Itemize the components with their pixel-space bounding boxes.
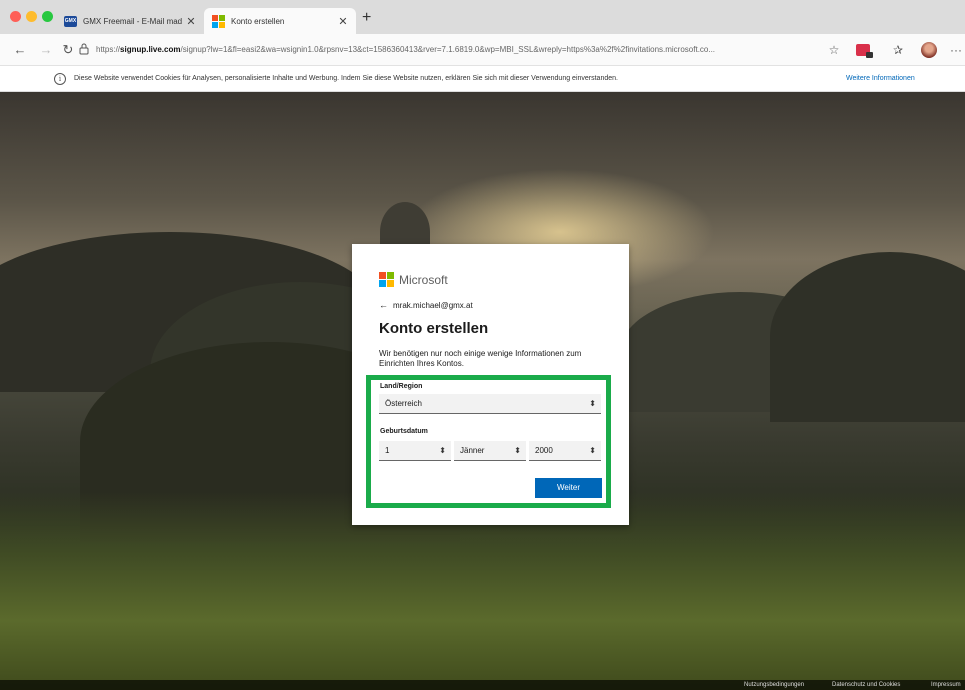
avatar[interactable] bbox=[921, 42, 937, 58]
minimize-window-button[interactable] bbox=[26, 11, 37, 22]
page-title: Konto erstellen bbox=[379, 320, 489, 337]
url-prefix: https:// bbox=[96, 45, 121, 54]
close-tab-icon[interactable]: ✕ bbox=[334, 15, 352, 28]
extension-icon[interactable] bbox=[856, 44, 873, 58]
maximize-window-button[interactable] bbox=[42, 11, 53, 22]
tab-title: GMX Freemail - E-Mail made in G bbox=[83, 16, 182, 26]
microsoft-icon bbox=[212, 14, 225, 28]
highlight-box bbox=[366, 375, 611, 508]
page-footer: Nutzungsbedingungen Datenschutz und Cook… bbox=[0, 680, 965, 690]
new-tab-button[interactable]: + bbox=[362, 10, 371, 26]
favorites-icon[interactable]: ✰ bbox=[889, 41, 907, 59]
more-info-link[interactable]: Weitere Informationen bbox=[846, 75, 915, 82]
tab-konto-erstellen[interactable]: Konto erstellen ✕ bbox=[204, 8, 356, 34]
terms-link[interactable]: Nutzungsbedingungen bbox=[744, 682, 804, 688]
brand-name: Microsoft bbox=[399, 272, 448, 287]
url-path: /signup?lw=1&fl=easi2&wa=wsignin1.0&rpsn… bbox=[180, 45, 716, 54]
arrow-left-icon: ← bbox=[379, 300, 388, 310]
address-toolbar: ← → ↻ https://signup.live.com/signup?lw=… bbox=[0, 34, 965, 66]
url-host: signup.live.com bbox=[120, 45, 181, 54]
close-window-button[interactable] bbox=[10, 11, 21, 22]
address-bar[interactable]: https://signup.live.com/signup?lw=1&fl=e… bbox=[96, 41, 816, 59]
lock-icon[interactable] bbox=[79, 43, 89, 55]
info-icon: i bbox=[54, 73, 66, 85]
cookie-text: Diese Website verwendet Cookies für Anal… bbox=[74, 75, 618, 82]
gmx-icon: GMX bbox=[64, 15, 77, 27]
more-icon[interactable]: ··· bbox=[947, 41, 965, 59]
tab-title: Konto erstellen bbox=[231, 16, 285, 26]
forward-icon[interactable]: → bbox=[36, 40, 56, 60]
back-icon[interactable]: ← bbox=[10, 40, 30, 60]
reload-icon[interactable]: ↻ bbox=[58, 40, 78, 60]
cookie-banner: i Diese Website verwendet Cookies für An… bbox=[0, 66, 965, 92]
account-email: mrak.michael@gmx.at bbox=[393, 300, 473, 310]
card-description: Wir benötigen nur noch einige wenige Inf… bbox=[379, 349, 582, 368]
close-tab-icon[interactable]: ✕ bbox=[182, 15, 200, 28]
imprint-link[interactable]: Impressum bbox=[931, 682, 961, 688]
tab-strip: GMX GMX Freemail - E-Mail made in G ✕ Ko… bbox=[0, 0, 965, 34]
privacy-link[interactable]: Datenschutz und Cookies bbox=[832, 682, 900, 688]
microsoft-logo: Microsoft bbox=[379, 272, 448, 287]
back-to-email[interactable]: ← mrak.michael@gmx.at bbox=[379, 300, 473, 310]
tab-gmx[interactable]: GMX GMX Freemail - E-Mail made in G ✕ bbox=[56, 8, 204, 34]
star-icon[interactable]: ☆ bbox=[825, 41, 843, 59]
microsoft-icon bbox=[379, 272, 394, 287]
